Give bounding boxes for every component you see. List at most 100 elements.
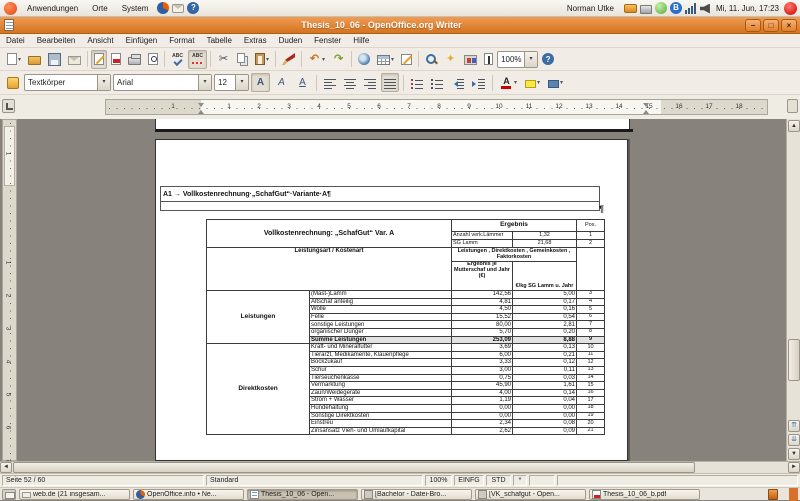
zoom-indicator[interactable]: 100% xyxy=(425,475,452,486)
value-per-ewe[interactable]: 80,00 xyxy=(452,321,513,329)
undo-button[interactable]: ↶▾ xyxy=(305,50,328,69)
ruler-end-button[interactable] xyxy=(787,99,798,113)
menu-fenster[interactable]: Fenster xyxy=(308,36,347,45)
paragraph-style-select[interactable]: Textkörper▾ xyxy=(24,74,111,91)
ubuntu-logo-icon[interactable] xyxy=(4,2,17,15)
item-name[interactable]: Einstreu xyxy=(310,420,452,428)
help-launcher-icon[interactable]: ? xyxy=(187,2,199,14)
pos-number[interactable]: 9 xyxy=(577,336,605,344)
trash-applet[interactable] xyxy=(760,488,786,500)
pos-number[interactable]: 14 xyxy=(577,374,605,382)
minimize-button[interactable]: − xyxy=(745,19,761,32)
printer-tray-icon[interactable] xyxy=(640,5,652,14)
vertical-ruler[interactable]: 11234567 xyxy=(2,119,17,461)
cost-accounting-table[interactable]: Vollkostenrechnung: „SchafGut“ Var. A Er… xyxy=(206,219,605,435)
panel-menu-orte[interactable]: Orte xyxy=(85,4,115,13)
item-name[interactable]: Bockzukauf xyxy=(310,359,452,367)
firefox-launcher-icon[interactable] xyxy=(157,2,169,14)
value-per-kg[interactable]: 0,12 xyxy=(513,359,577,367)
item-name[interactable]: Vermarktung xyxy=(310,382,452,390)
print-button[interactable] xyxy=(125,50,144,69)
value-per-ewe[interactable]: 0,00 xyxy=(452,404,513,412)
menu-format[interactable]: Format xyxy=(163,36,200,45)
paste-button[interactable]: ▾ xyxy=(252,50,272,69)
page-indicator[interactable]: Seite 52 / 60 xyxy=(2,475,204,486)
pos-number[interactable]: 19 xyxy=(577,412,605,420)
align-center-button[interactable] xyxy=(341,73,359,92)
zoom-page-button[interactable] xyxy=(481,50,496,69)
item-name[interactable]: Wolle xyxy=(310,306,452,314)
info-pos[interactable]: 1 xyxy=(577,232,605,240)
tab-stop-selector-button[interactable] xyxy=(2,99,15,113)
panel-menu-anwendungen[interactable]: Anwendungen xyxy=(20,4,85,13)
dropdown-arrow-icon[interactable]: ▾ xyxy=(322,56,325,63)
scroll-right-icon[interactable]: ► xyxy=(788,462,800,473)
menu-ansicht[interactable]: Ansicht xyxy=(81,36,119,45)
item-name[interactable]: sonstige Leistungen xyxy=(310,321,452,329)
selection-mode-indicator[interactable]: STD xyxy=(486,475,511,486)
menu-bearbeiten[interactable]: Bearbeiten xyxy=(31,36,82,45)
chevron-down-icon[interactable]: ▾ xyxy=(235,75,248,90)
value-per-ewe[interactable]: 3,33 xyxy=(452,359,513,367)
pos-number[interactable]: 16 xyxy=(577,389,605,397)
ergebnis-header[interactable]: Ergebnis xyxy=(452,220,577,232)
justify-button[interactable] xyxy=(381,73,399,92)
menu-extras[interactable]: Extras xyxy=(238,36,273,45)
new-document-button[interactable]: ▾ xyxy=(4,50,24,69)
chevron-down-icon[interactable]: ▾ xyxy=(198,75,211,90)
chevron-down-icon[interactable]: ▾ xyxy=(524,52,537,67)
pos-number[interactable]: 3 xyxy=(577,291,605,299)
scroll-left-icon[interactable]: ◄ xyxy=(0,462,12,473)
value-per-kg[interactable]: 0,14 xyxy=(513,389,577,397)
keyring-tray-icon[interactable] xyxy=(624,4,637,13)
info-value[interactable]: 21,68 xyxy=(513,240,577,248)
pos-number[interactable]: 13 xyxy=(577,366,605,374)
kostenart-header[interactable]: Leistungsart / Kostenart xyxy=(207,248,452,291)
pos-number[interactable]: 20 xyxy=(577,420,605,428)
value-per-ewe[interactable]: 15,52 xyxy=(452,313,513,321)
heading-table[interactable]: A1 → Vollkostenrechnung·„SchafGut“·Varia… xyxy=(160,186,600,211)
underline-button[interactable]: A xyxy=(293,73,312,92)
user-name[interactable]: Norman Utke xyxy=(560,4,621,13)
value-per-kg[interactable]: 0,16 xyxy=(513,306,577,314)
dropdown-arrow-icon[interactable]: ▾ xyxy=(18,56,21,63)
clock[interactable]: Mi, 11. Jun, 17:23 xyxy=(714,4,781,13)
value-per-ewe[interactable]: 5,70 xyxy=(452,328,513,336)
numbered-list-button[interactable] xyxy=(408,73,426,92)
pos-number[interactable]: 10 xyxy=(577,344,605,352)
spellcheck-button[interactable]: ABC xyxy=(168,50,187,69)
export-pdf-button[interactable] xyxy=(108,50,124,69)
value-per-kg[interactable]: 0,03 xyxy=(513,374,577,382)
info-label[interactable]: SG Lamm xyxy=(452,240,513,248)
window-titlebar[interactable]: Thesis_10_06 - OpenOffice.org Writer −□× xyxy=(0,17,800,34)
value-per-ewe[interactable]: 4,00 xyxy=(452,389,513,397)
italic-button[interactable]: A xyxy=(272,73,291,92)
dropdown-arrow-icon[interactable]: ▾ xyxy=(391,56,394,63)
hyperlink-button[interactable] xyxy=(355,50,373,69)
task-thesis-writer[interactable]: Thesis_10_06 - Open... xyxy=(247,489,358,500)
font-name-select[interactable]: Arial▾ xyxy=(113,74,212,91)
scrollbar-thumb[interactable] xyxy=(788,339,800,381)
item-name[interactable]: Tierarzt, Medikamente, Klauenpflege xyxy=(310,351,452,359)
power-icon[interactable] xyxy=(784,2,797,15)
item-name[interactable]: Sonstige Direktkosten xyxy=(310,412,452,420)
section-label[interactable]: Direktkosten xyxy=(207,344,310,435)
previous-page-icon[interactable]: ⇈ xyxy=(788,420,800,432)
panel-menu-system[interactable]: System xyxy=(115,4,156,13)
value-per-kg[interactable]: 0,00 xyxy=(513,412,577,420)
chevron-down-icon[interactable]: ▾ xyxy=(97,75,110,90)
highlight-button[interactable]: ▾ xyxy=(522,73,543,92)
bluetooth-tray-icon[interactable]: B xyxy=(670,2,682,14)
navigator-button[interactable]: ✦ xyxy=(441,50,460,69)
menu-tabelle[interactable]: Tabelle xyxy=(201,36,238,45)
scroll-up-icon[interactable]: ▲ xyxy=(788,120,800,132)
pos-number[interactable]: 6 xyxy=(577,313,605,321)
pos-number[interactable]: 11 xyxy=(577,351,605,359)
gallery-button[interactable] xyxy=(461,50,480,69)
value-per-ewe[interactable]: 0,00 xyxy=(452,412,513,420)
item-name[interactable]: Schur xyxy=(310,366,452,374)
item-name[interactable]: Summe Leistungen xyxy=(310,336,452,344)
item-name[interactable]: Kraft- und Mineralfutter xyxy=(310,344,452,352)
value-per-ewe[interactable]: 4,50 xyxy=(452,306,513,314)
value-per-ewe[interactable]: 0,75 xyxy=(452,374,513,382)
